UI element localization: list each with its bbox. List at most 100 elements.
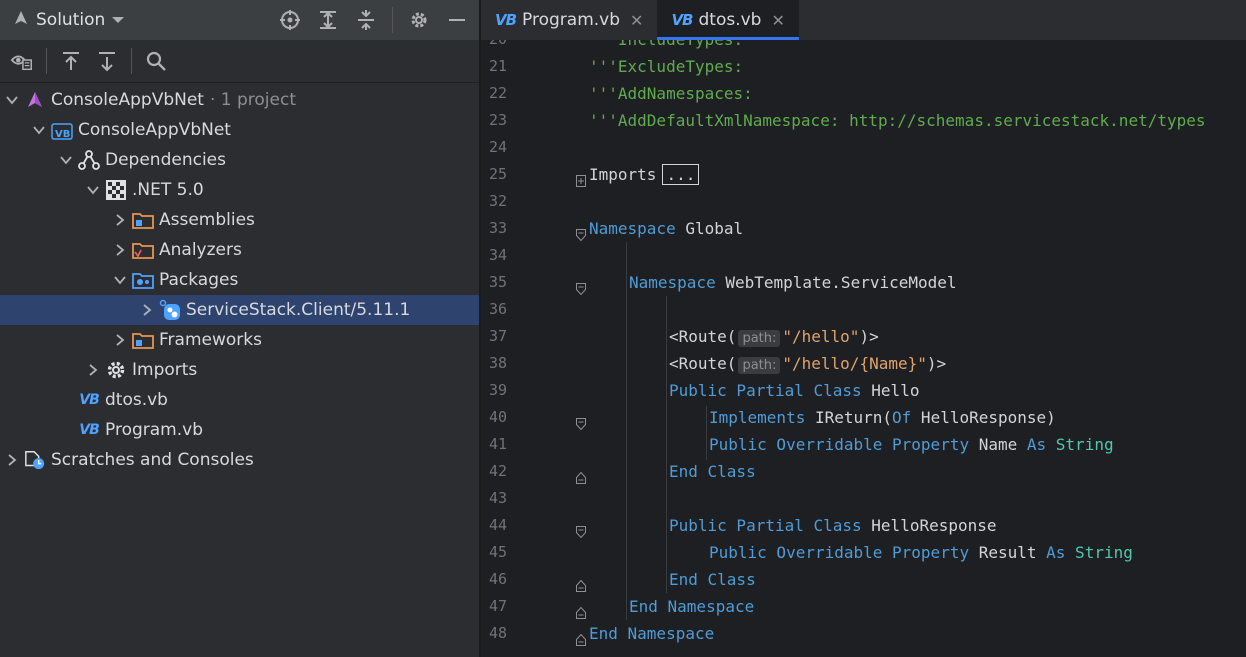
code-line[interactable]: 21 '''ExcludeTypes: bbox=[481, 53, 1246, 80]
expand-all-icon[interactable] bbox=[316, 8, 340, 32]
editor-tab[interactable]: VB Program.vb ✕ bbox=[481, 0, 657, 40]
fold-collapse-icon[interactable] bbox=[576, 465, 586, 484]
code-line[interactable]: 24 bbox=[481, 134, 1246, 161]
code-line[interactable]: 43 bbox=[481, 485, 1246, 512]
scroll-from-source-icon[interactable] bbox=[59, 49, 83, 73]
editor-tabs: VB Program.vb ✕ VB dtos.vb ✕ bbox=[481, 0, 1246, 40]
chevron-down-icon[interactable] bbox=[4, 85, 20, 115]
close-icon[interactable]: ✕ bbox=[771, 11, 784, 30]
chevron-right-icon[interactable] bbox=[112, 205, 128, 235]
code-text: Namespace WebTemplate.ServiceModel bbox=[629, 269, 957, 296]
tree-node[interactable]: Imports bbox=[0, 355, 479, 385]
tree-node[interactable]: Packages bbox=[0, 265, 479, 295]
code-token: As bbox=[1046, 543, 1066, 562]
code-line[interactable]: 44 Public Partial Class HelloResponse bbox=[481, 512, 1246, 539]
code-line[interactable]: 47 End Namespace bbox=[481, 593, 1246, 620]
tree-node-label: Dependencies bbox=[105, 150, 226, 170]
code-line[interactable]: 23 '''AddDefaultXmlNamespace: http://sche… bbox=[481, 107, 1246, 134]
tree-node[interactable]: Assemblies bbox=[0, 205, 479, 235]
scratches-icon bbox=[24, 449, 46, 471]
tree-node[interactable]: ServiceStack.Client/5.11.1 bbox=[0, 295, 479, 325]
show-files-icon[interactable] bbox=[10, 49, 34, 73]
solution-icon bbox=[24, 89, 46, 111]
chevron-down-icon[interactable] bbox=[31, 115, 47, 145]
code-line[interactable]: 45 Public Overridable Property Result As … bbox=[481, 539, 1246, 566]
code-line[interactable]: 41 Public Overridable Property Name As St… bbox=[481, 431, 1246, 458]
fold-collapse-icon[interactable] bbox=[576, 519, 586, 539]
code-line[interactable]: 34 bbox=[481, 242, 1246, 269]
code-line[interactable]: 32 bbox=[481, 188, 1246, 215]
code-token: String bbox=[1065, 543, 1133, 562]
tree-node-label: dtos.vb bbox=[105, 390, 168, 410]
tree-node-label: Imports bbox=[132, 360, 198, 380]
fold-collapse-icon[interactable] bbox=[576, 600, 586, 619]
code-line[interactable]: 22 '''AddNamespaces: bbox=[481, 80, 1246, 107]
code-token: '''AddNamespaces: bbox=[589, 84, 753, 103]
fold-collapse-icon[interactable] bbox=[576, 627, 586, 646]
chevron-right-icon[interactable] bbox=[139, 295, 155, 325]
chevron-right-icon[interactable] bbox=[85, 355, 101, 385]
fold-expand-icon[interactable] bbox=[576, 168, 586, 187]
line-number: 39 bbox=[488, 381, 507, 399]
code-line[interactable]: 25 Imports... bbox=[481, 161, 1246, 188]
fold-collapse-icon[interactable] bbox=[576, 573, 586, 592]
chevron-down-icon[interactable] bbox=[58, 145, 74, 175]
vb-project-icon: VB bbox=[51, 119, 73, 141]
code-line[interactable]: 37 <Route(path: "/hello")> bbox=[481, 323, 1246, 350]
code-line[interactable]: 20 '''IncludeTypes: bbox=[481, 40, 1246, 53]
gear-icon[interactable] bbox=[407, 8, 431, 32]
code-token: Public Overridable Property bbox=[709, 543, 970, 562]
chevron-down-icon[interactable] bbox=[112, 265, 128, 295]
tree-node[interactable]: Analyzers bbox=[0, 235, 479, 265]
tree-node[interactable]: Dependencies bbox=[0, 145, 479, 175]
chevron-right-icon[interactable] bbox=[112, 235, 128, 265]
minimize-icon[interactable] bbox=[445, 8, 469, 32]
solution-explorer: Solution ConsoleAppVbNet · 1 project VB … bbox=[0, 0, 479, 657]
code-line[interactable]: 39 Public Partial Class Hello bbox=[481, 377, 1246, 404]
tree-node-label: .NET 5.0 bbox=[132, 180, 204, 200]
editor-tab[interactable]: VB dtos.vb ✕ bbox=[657, 0, 800, 40]
code-text: Public Partial Class HelloResponse bbox=[669, 512, 997, 539]
code-area[interactable]: 20 '''IncludeTypes: 21 '''ExcludeTypes: 22 ''… bbox=[481, 40, 1246, 657]
collapse-all-icon[interactable] bbox=[354, 8, 378, 32]
tree-node[interactable]: Frameworks bbox=[0, 325, 479, 355]
code-line[interactable]: 35 Namespace WebTemplate.ServiceModel bbox=[481, 269, 1246, 296]
line-number: 46 bbox=[488, 570, 507, 588]
search-icon[interactable] bbox=[144, 49, 168, 73]
code-text: Implements IReturn(Of HelloResponse) bbox=[709, 404, 1056, 431]
collapsed-region[interactable]: ... bbox=[662, 164, 700, 185]
code-text: Imports... bbox=[589, 161, 700, 188]
code-text: Public Overridable Property Name As Stri… bbox=[709, 431, 1114, 458]
code-line[interactable]: 46 End Class bbox=[481, 566, 1246, 593]
tree-node[interactable]: ConsoleAppVbNet · 1 project bbox=[0, 85, 479, 115]
parameter-hint: path: bbox=[738, 330, 781, 347]
tree-node[interactable]: .NET 5.0 bbox=[0, 175, 479, 205]
code-line[interactable]: 38 <Route(path: "/hello/{Name}")> bbox=[481, 350, 1246, 377]
tree-node[interactable]: Scratches and Consoles bbox=[0, 445, 479, 475]
code-token: Public Partial Class bbox=[669, 516, 862, 535]
tree-node[interactable]: VB ConsoleAppVbNet bbox=[0, 115, 479, 145]
close-icon[interactable]: ✕ bbox=[630, 11, 643, 30]
line-number: 41 bbox=[488, 435, 507, 453]
code-line[interactable]: 40 Implements IReturn(Of HelloResponse) bbox=[481, 404, 1246, 431]
line-number: 47 bbox=[488, 597, 507, 615]
scroll-to-source-icon[interactable] bbox=[95, 49, 119, 73]
code-line[interactable]: 33 Namespace Global bbox=[481, 215, 1246, 242]
code-token: As bbox=[1026, 435, 1047, 454]
code-line[interactable]: 42 End Class bbox=[481, 458, 1246, 485]
tree-node[interactable]: VB dtos.vb bbox=[0, 385, 479, 415]
code-line[interactable]: 36 bbox=[481, 296, 1246, 323]
chevron-down-icon[interactable] bbox=[85, 175, 101, 205]
tree-node[interactable]: VB Program.vb bbox=[0, 415, 479, 445]
code-line[interactable]: 48 End Namespace bbox=[481, 620, 1246, 647]
chevron-right-icon[interactable] bbox=[4, 445, 20, 475]
solution-view-selector[interactable]: Solution bbox=[12, 0, 125, 40]
fold-collapse-icon[interactable] bbox=[576, 411, 586, 431]
locate-icon[interactable] bbox=[278, 8, 302, 32]
line-number: 33 bbox=[488, 219, 507, 237]
chevron-right-icon[interactable] bbox=[112, 325, 128, 355]
fold-collapse-icon[interactable] bbox=[576, 222, 586, 242]
fold-collapse-icon[interactable] bbox=[576, 276, 586, 296]
